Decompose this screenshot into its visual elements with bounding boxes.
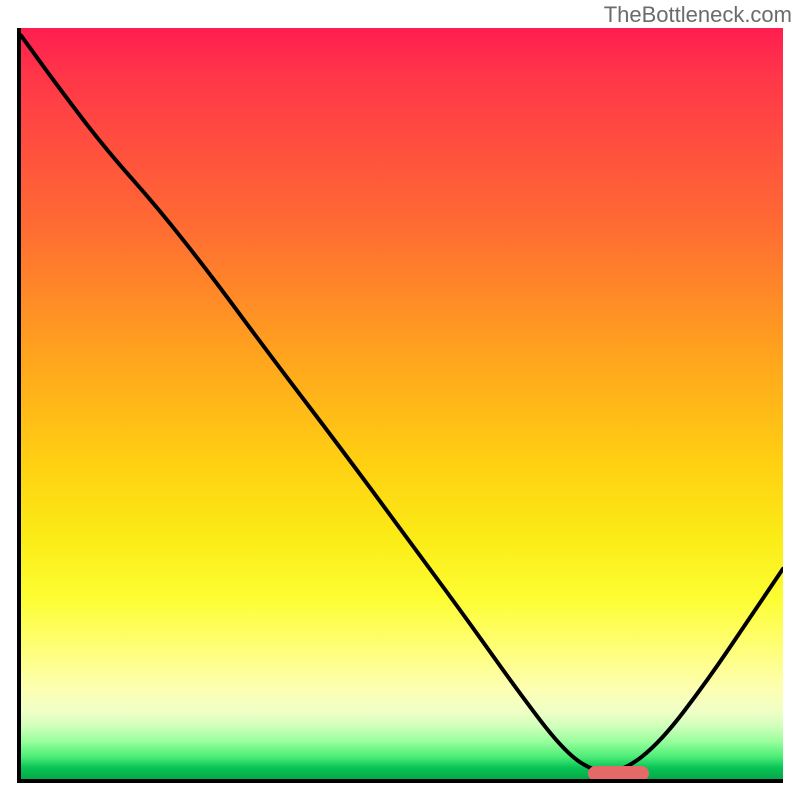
watermark-text: TheBottleneck.com: [604, 2, 792, 28]
chart-frame: TheBottleneck.com: [0, 0, 800, 800]
bottleneck-curve: [21, 28, 783, 779]
plot-area: [17, 28, 783, 783]
optimal-range-marker: [588, 766, 649, 781]
